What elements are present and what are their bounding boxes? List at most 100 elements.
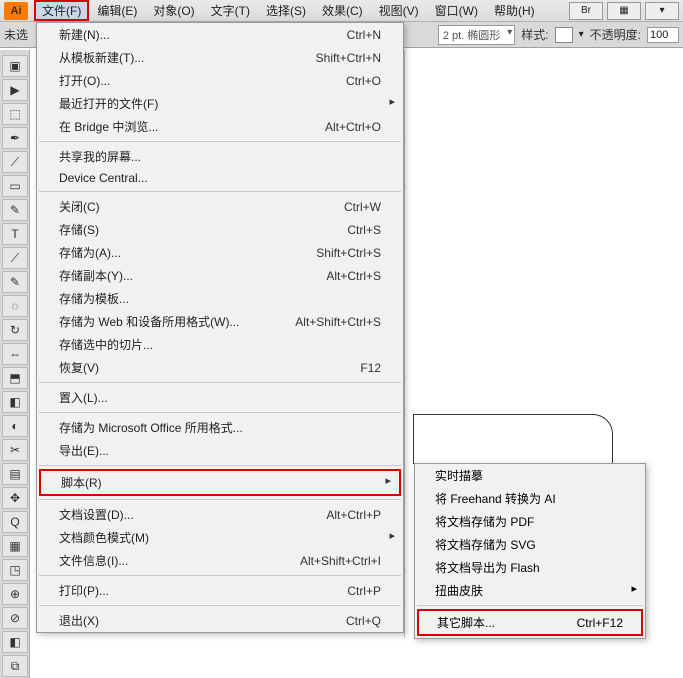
menu-item-文档颜色模式(M)[interactable]: 文档颜色模式(M) xyxy=(37,526,403,549)
tool-18[interactable]: ✥ xyxy=(2,487,28,509)
tool-10[interactable]: ◌ xyxy=(2,295,28,317)
opacity-label: 不透明度: xyxy=(590,26,641,43)
menu-item-label: 文件信息(I)... xyxy=(59,552,128,569)
menu-窗口(W)[interactable]: 窗口(W) xyxy=(427,0,486,21)
menu-item-退出(X)[interactable]: 退出(X)Ctrl+Q xyxy=(37,609,403,632)
tool-14[interactable]: ◧ xyxy=(2,391,28,413)
menu-item-打印(P)...[interactable]: 打印(P)... Ctrl+P xyxy=(37,579,403,602)
menu-separator xyxy=(39,465,401,466)
menu-item-shortcut: Ctrl+Q xyxy=(346,614,381,628)
menu-文件(F)[interactable]: 文件(F) xyxy=(34,0,89,21)
menu-视图(V)[interactable]: 视图(V) xyxy=(371,0,427,21)
style-label: 样式: xyxy=(521,26,548,43)
menu-item-共享我的屏幕...[interactable]: 共享我的屏幕... xyxy=(37,145,403,168)
menu-item-shortcut: Ctrl+O xyxy=(346,74,381,88)
menu-item-shortcut: F12 xyxy=(360,361,381,375)
submenu-item-扭曲皮肤[interactable]: 扭曲皮肤 xyxy=(415,579,645,602)
submenu-item-其它脚本...[interactable]: 其它脚本...Ctrl+F12 xyxy=(417,609,643,636)
menu-item-存储副本(Y)...[interactable]: 存储副本(Y)...Alt+Ctrl+S xyxy=(37,264,403,287)
menu-item-label: 共享我的屏幕... xyxy=(59,148,141,165)
menu-item-shortcut: Ctrl+W xyxy=(344,200,381,214)
tool-2[interactable]: ⬚ xyxy=(2,103,28,125)
style-swatch[interactable] xyxy=(555,27,573,43)
menu-item-label: 置入(L)... xyxy=(59,389,108,406)
submenu-item-label: 将文档存储为 PDF xyxy=(435,513,534,530)
submenu-item-将文档存储为 SVG[interactable]: 将文档存储为 SVG xyxy=(415,533,645,556)
bridge-button[interactable]: Br xyxy=(569,2,603,20)
menu-对象(O)[interactable]: 对象(O) xyxy=(145,0,202,21)
menu-item-文件信息(I)...[interactable]: 文件信息(I)... Alt+Shift+Ctrl+I xyxy=(37,549,403,572)
menu-item-恢复(V)[interactable]: 恢复(V) F12 xyxy=(37,356,403,379)
tool-22[interactable]: ⊕ xyxy=(2,583,28,605)
menu-separator xyxy=(39,191,401,192)
menu-item-从模板新建(T)...[interactable]: 从模板新建(T)...Shift+Ctrl+N xyxy=(37,46,403,69)
menu-separator xyxy=(39,575,401,576)
tool-11[interactable]: ↻ xyxy=(2,319,28,341)
tool-5[interactable]: ▭ xyxy=(2,175,28,197)
tool-0[interactable]: ▣ xyxy=(2,55,28,77)
menu-item-shortcut: Alt+Ctrl+O xyxy=(325,120,381,134)
tool-16[interactable]: ✂ xyxy=(2,439,28,461)
menu-item-存储为模板...[interactable]: 存储为模板... xyxy=(37,287,403,310)
tool-23[interactable]: ⊘ xyxy=(2,607,28,629)
workspace-dropdown[interactable]: ▾ xyxy=(645,2,679,20)
menu-item-label: 存储为(A)... xyxy=(59,244,121,261)
menu-效果(C)[interactable]: 效果(C) xyxy=(314,0,371,21)
tool-13[interactable]: ⬒ xyxy=(2,367,28,389)
submenu-item-将文档导出为 Flash[interactable]: 将文档导出为 Flash xyxy=(415,556,645,579)
submenu-item-实时描摹[interactable]: 实时描摹 xyxy=(415,464,645,487)
menu-separator xyxy=(39,141,401,142)
tool-20[interactable]: ▦ xyxy=(2,535,28,557)
menu-文字(T)[interactable]: 文字(T) xyxy=(203,0,258,21)
submenu-item-label: 实时描摹 xyxy=(435,467,483,484)
menu-item-存储为(A)...[interactable]: 存储为(A)...Shift+Ctrl+S xyxy=(37,241,403,264)
menu-item-Device Central...[interactable]: Device Central... xyxy=(37,168,403,188)
tool-8[interactable]: ⟋ xyxy=(2,247,28,269)
tool-7[interactable]: T xyxy=(2,223,28,245)
app-logo: Ai xyxy=(4,2,28,20)
menu-item-存储选中的切片...[interactable]: 存储选中的切片... xyxy=(37,333,403,356)
menu-item-置入(L)...[interactable]: 置入(L)... xyxy=(37,386,403,409)
tool-19[interactable]: Q xyxy=(2,511,28,533)
submenu-item-将文档存储为 PDF[interactable]: 将文档存储为 PDF xyxy=(415,510,645,533)
menu-item-shortcut: Alt+Shift+Ctrl+I xyxy=(300,554,381,568)
submenu-item-将 Freehand 转换为 AI[interactable]: 将 Freehand 转换为 AI xyxy=(415,487,645,510)
menu-item-存储为 Microsoft Office 所用格式...[interactable]: 存储为 Microsoft Office 所用格式... xyxy=(37,416,403,439)
menu-item-新建(N)...[interactable]: 新建(N)...Ctrl+N xyxy=(37,23,403,46)
menu-item-在 Bridge 中浏览...[interactable]: 在 Bridge 中浏览... Alt+Ctrl+O xyxy=(37,115,403,138)
menu-选择(S)[interactable]: 选择(S) xyxy=(258,0,314,21)
menu-编辑(E)[interactable]: 编辑(E) xyxy=(89,0,145,21)
tool-3[interactable]: ✒ xyxy=(2,127,28,149)
menu-separator xyxy=(39,605,401,606)
menu-帮助(H)[interactable]: 帮助(H) xyxy=(486,0,543,21)
menu-item-关闭(C)[interactable]: 关闭(C)Ctrl+W xyxy=(37,195,403,218)
tool-21[interactable]: ◳ xyxy=(2,559,28,581)
submenu-item-label: 将文档存储为 SVG xyxy=(435,536,536,553)
menu-separator xyxy=(39,382,401,383)
arrange-docs-button[interactable]: ▦ xyxy=(607,2,641,20)
menu-item-存储(S)[interactable]: 存储(S)Ctrl+S xyxy=(37,218,403,241)
menu-item-shortcut: Ctrl+P xyxy=(347,584,381,598)
tool-6[interactable]: ✎ xyxy=(2,199,28,221)
menu-item-打开(O)...[interactable]: 打开(O)...Ctrl+O xyxy=(37,69,403,92)
tool-9[interactable]: ✎ xyxy=(2,271,28,293)
menu-item-label: 打印(P)... xyxy=(59,582,109,599)
tool-25[interactable]: ⧉ xyxy=(2,655,28,677)
menu-item-导出(E)...[interactable]: 导出(E)... xyxy=(37,439,403,462)
menu-item-文档设置(D)...[interactable]: 文档设置(D)...Alt+Ctrl+P xyxy=(37,503,403,526)
tool-12[interactable]: ⇔ xyxy=(2,343,28,365)
menu-item-label: 在 Bridge 中浏览... xyxy=(59,118,158,135)
menu-item-label: 存储为模板... xyxy=(59,290,129,307)
menu-item-存储为 Web 和设备所用格式(W)...[interactable]: 存储为 Web 和设备所用格式(W)...Alt+Shift+Ctrl+S xyxy=(37,310,403,333)
tool-17[interactable]: ▤ xyxy=(2,463,28,485)
tool-24[interactable]: ◧ xyxy=(2,631,28,653)
tool-4[interactable]: ⟋ xyxy=(2,151,28,173)
opacity-input[interactable]: 100 xyxy=(647,27,679,43)
menu-item-label: 恢复(V) xyxy=(59,359,99,376)
tool-15[interactable]: ◐ xyxy=(2,415,28,437)
submenu-item-label: 将 Freehand 转换为 AI xyxy=(435,490,556,507)
stroke-profile-dropdown[interactable]: 2 pt. 椭圆形 xyxy=(438,25,515,45)
tool-1[interactable]: ▶ xyxy=(2,79,28,101)
menu-item-脚本(R)[interactable]: 脚本(R) xyxy=(39,469,401,496)
menu-item-最近打开的文件(F)[interactable]: 最近打开的文件(F) xyxy=(37,92,403,115)
